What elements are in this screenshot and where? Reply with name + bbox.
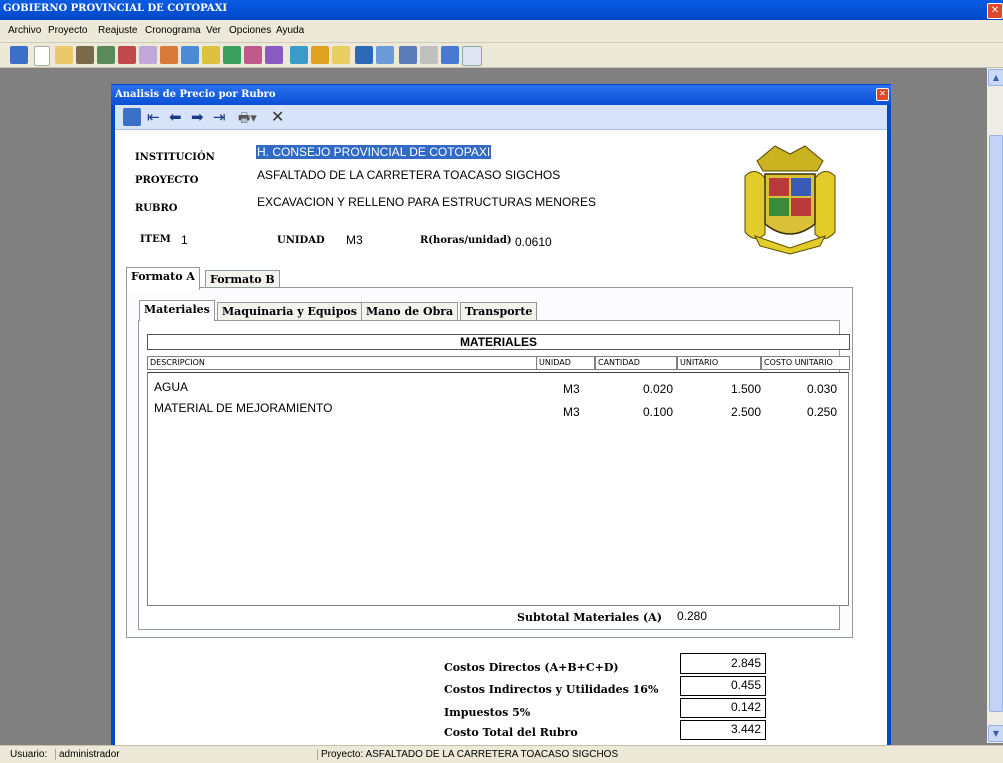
- row-unidad: M3: [563, 382, 580, 396]
- institucion-field[interactable]: H. CONSEJO PROVINCIAL DE COTOPAXI: [256, 145, 492, 159]
- costo-total-label: Costo Total del Rubro: [444, 726, 578, 739]
- tools-icon[interactable]: [139, 46, 157, 64]
- hand-icon[interactable]: [311, 46, 329, 64]
- last-record-icon[interactable]: ⇥: [213, 108, 226, 126]
- rubro-label: RUBRO: [135, 203, 178, 214]
- menu-ayuda[interactable]: Ayuda: [276, 25, 304, 36]
- scroll-up-icon[interactable]: ▲: [988, 69, 1003, 86]
- menu-cronograma[interactable]: Cronograma: [145, 25, 201, 36]
- status-user-value: administrador: [55, 749, 120, 760]
- main-toolbar: [0, 43, 1003, 68]
- row-unidad: M3: [563, 405, 580, 419]
- new-document-icon[interactable]: [34, 46, 50, 66]
- grid-icon[interactable]: [376, 46, 394, 64]
- print-icon[interactable]: 🖶▾: [238, 109, 257, 131]
- impuestos-label: Impuestos 5%: [444, 706, 531, 719]
- tab-formato-a[interactable]: Formato A: [126, 267, 200, 290]
- row-cantidad: 0.100: [643, 405, 674, 419]
- subtotal-field: 0.280: [673, 607, 763, 625]
- menu-opciones[interactable]: Opciones: [229, 25, 271, 36]
- row-costo-unitario: 0.250: [807, 405, 838, 419]
- disk-icon[interactable]: [399, 46, 417, 64]
- materials-icon[interactable]: [160, 46, 178, 64]
- column-header-cantidad: CANTIDAD: [595, 356, 677, 370]
- exit-icon[interactable]: [123, 108, 141, 126]
- cotopaxi-coat-of-arms-logo: [735, 136, 845, 256]
- network-icon[interactable]: [290, 46, 308, 64]
- first-record-icon[interactable]: ⇤: [147, 108, 160, 126]
- row-unitario: 2.500: [731, 405, 762, 419]
- database-icon[interactable]: [441, 46, 459, 64]
- workers-icon[interactable]: [181, 46, 199, 64]
- item-value: 1: [181, 233, 188, 247]
- materiales-table-title: MATERIALES: [147, 334, 850, 350]
- building-icon[interactable]: [76, 46, 94, 64]
- proyecto-label: PROYECTO: [135, 175, 199, 186]
- impuestos-field: 0.142: [680, 698, 766, 718]
- child-window-title: Analisis de Precio por Rubro: [115, 89, 276, 100]
- status-project: Proyecto: ASFALTADO DE LA CARRETERA TOAC…: [317, 749, 618, 760]
- rendimiento-value: 0.0610: [515, 235, 552, 249]
- rubro-field[interactable]: EXCAVACION Y RELLENO PARA ESTRUCTURAS ME…: [257, 195, 596, 209]
- exit-icon[interactable]: [10, 46, 28, 64]
- status-bar: Usuario: administrador Proyecto: ASFALTA…: [0, 745, 1003, 763]
- child-window-title-bar: Analisis de Precio por Rubro ✕: [111, 85, 891, 105]
- info-icon[interactable]: [420, 46, 438, 64]
- tab-maquinaria-equipos[interactable]: Maquinaria y Equipos: [217, 302, 362, 321]
- institucion-label: INSTITUCIÓN: [135, 152, 215, 163]
- calculator-icon[interactable]: [97, 46, 115, 64]
- row-costo-unitario: 0.030: [807, 382, 838, 396]
- menu-proyecto[interactable]: Proyecto: [48, 25, 87, 36]
- subtotal-label: Subtotal Materiales (A): [517, 611, 662, 624]
- app-close-icon[interactable]: ✕: [987, 3, 1003, 19]
- menu-bar: Archivo Proyecto Reajuste Cronograma Ver…: [0, 20, 1003, 43]
- item-label: ITEM: [140, 234, 171, 245]
- globe-icon[interactable]: [265, 46, 283, 64]
- preview-icon[interactable]: [462, 46, 482, 66]
- clipboard-icon[interactable]: [332, 46, 350, 64]
- child-toolbar: ⇤ ⬅ ➡ ⇥ 🖶▾ ✕: [115, 105, 887, 130]
- palette-icon[interactable]: [244, 46, 262, 64]
- rendimiento-label: R(horas/unidad): [420, 235, 512, 246]
- column-header-costo-unitario: COSTO UNITARIO: [761, 356, 850, 370]
- costos-directos-field: 2.845: [680, 653, 766, 674]
- chart-icon[interactable]: [118, 46, 136, 64]
- tab-mano-de-obra[interactable]: Mano de Obra: [361, 302, 459, 321]
- costos-indirectos-label: Costos Indirectos y Utilidades 16%: [444, 683, 659, 696]
- open-folder-icon[interactable]: [55, 46, 73, 64]
- column-header-descripcion: DESCRIPCION: [147, 356, 537, 370]
- menu-ver[interactable]: Ver: [206, 25, 221, 36]
- app-title: GOBIERNO PROVINCIAL DE COTOPAXI: [3, 3, 228, 14]
- next-record-icon[interactable]: ➡: [191, 108, 204, 126]
- child-close-icon[interactable]: ✕: [876, 88, 889, 101]
- row-descripcion: AGUA: [154, 380, 189, 394]
- column-header-unidad: UNIDAD: [536, 356, 595, 370]
- subtotal-value: 0.280: [677, 609, 708, 623]
- status-user-label: Usuario:: [10, 749, 48, 760]
- row-unitario: 1.500: [731, 382, 762, 396]
- costos-indirectos-field: 0.455: [680, 676, 766, 696]
- previous-record-icon[interactable]: ⬅: [169, 108, 182, 126]
- image-icon[interactable]: [223, 46, 241, 64]
- costo-total-field: 3.442: [680, 720, 766, 740]
- close-icon[interactable]: ✕: [271, 107, 284, 126]
- row-cantidad: 0.020: [643, 382, 674, 396]
- row-descripcion: MATERIAL DE MEJORAMIENTO: [154, 401, 333, 415]
- menu-archivo[interactable]: Archivo: [8, 25, 41, 36]
- tab-transporte[interactable]: Transporte: [460, 302, 538, 321]
- scrollbar-thumb[interactable]: [989, 135, 1003, 712]
- menu-reajuste[interactable]: Reajuste: [98, 25, 137, 36]
- app-title-bar: GOBIERNO PROVINCIAL DE COTOPAXI ✕: [0, 0, 1003, 20]
- unidad-label: UNIDAD: [277, 235, 325, 246]
- unidad-value: M3: [346, 233, 363, 247]
- monitor-icon[interactable]: [355, 46, 373, 64]
- tab-materiales[interactable]: Materiales: [139, 300, 215, 321]
- graph-icon[interactable]: [202, 46, 220, 64]
- costos-directos-label: Costos Directos (A+B+C+D): [444, 661, 619, 674]
- proyecto-field[interactable]: ASFALTADO DE LA CARRETERA TOACASO SIGCHO…: [257, 168, 560, 182]
- column-header-unitario: UNITARIO: [677, 356, 761, 370]
- scroll-down-icon[interactable]: ▼: [988, 725, 1003, 742]
